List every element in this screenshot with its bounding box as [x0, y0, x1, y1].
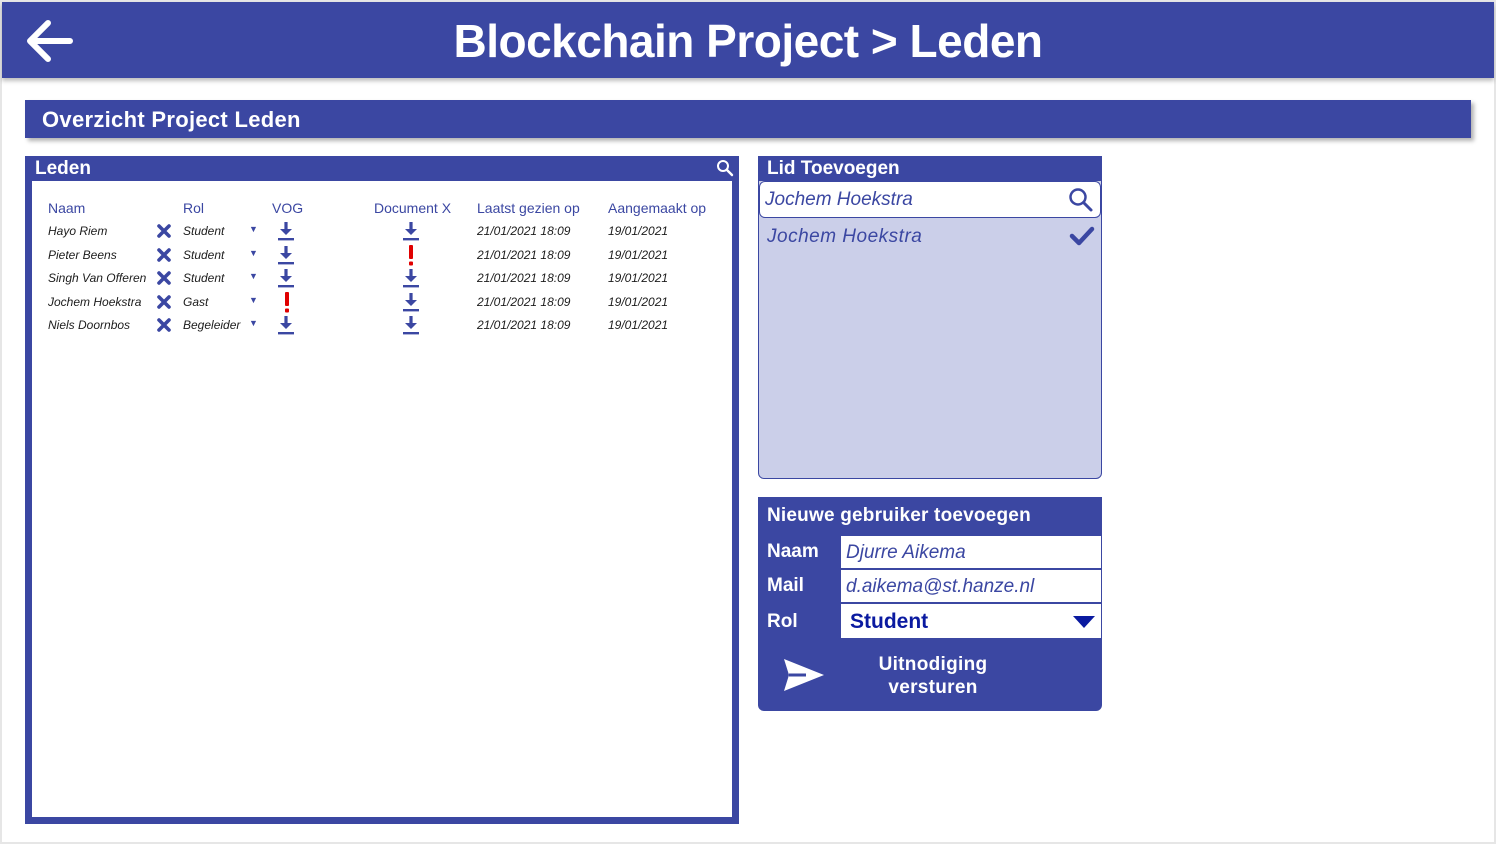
- rol-dropdown-value: Student: [850, 610, 929, 633]
- remove-member-icon[interactable]: [156, 317, 172, 333]
- table-row: Jochem Hoekstra Gast ▼ 21/01/2021 18:09 19/0…: [32, 291, 732, 314]
- role-dropdown-value: Student: [183, 271, 225, 285]
- last-seen: 21/01/2021 18:09: [477, 224, 571, 238]
- mail-field[interactable]: [846, 574, 1096, 599]
- last-seen: 21/01/2021 18:09: [477, 294, 571, 309]
- naam-label: Naam: [767, 541, 819, 562]
- remove-member-icon[interactable]: [156, 223, 172, 239]
- column-header-rol[interactable]: Rol: [183, 200, 204, 216]
- send-invite-button[interactable]: Uitnodiging versturen: [758, 641, 1102, 711]
- naam-field[interactable]: [846, 540, 1096, 565]
- member-search-box: [759, 181, 1101, 218]
- new-user-title: Nieuwe gebruiker toevoegen: [767, 505, 1031, 526]
- role-dropdown[interactable]: Gast ▼: [183, 295, 271, 311]
- role-dropdown[interactable]: Student ▼: [183, 248, 271, 264]
- member-name: Hayo Riem: [48, 224, 108, 238]
- remove-member-icon[interactable]: [156, 247, 172, 263]
- member-name: Niels Doornbos: [48, 318, 131, 332]
- vog-download-icon[interactable]: [277, 245, 295, 265]
- column-header-vog[interactable]: VOG: [272, 200, 303, 216]
- column-header-laatst-gezien[interactable]: Laatst gezien op: [477, 200, 580, 216]
- document-download-icon[interactable]: [402, 268, 420, 288]
- rol-dropdown[interactable]: Student: [840, 603, 1102, 639]
- remove-member-icon[interactable]: [156, 270, 172, 286]
- members-panel: Leden Naam Rol VOG Document X Laatst gez…: [25, 156, 739, 824]
- column-header-aangemaakt[interactable]: Aangemaakt op: [608, 200, 706, 216]
- remove-member-icon[interactable]: [156, 294, 172, 310]
- naam-field-box: [840, 535, 1102, 569]
- member-name: Jochem Hoekstra: [48, 294, 142, 309]
- send-invite-label: Uitnodiging versturen: [878, 654, 988, 698]
- add-member-title: Lid Toevoegen: [767, 158, 900, 179]
- member-search-input[interactable]: [765, 187, 1055, 213]
- created-on: 19/01/2021: [608, 224, 669, 238]
- section-title: Overzicht Project Leden: [42, 107, 301, 132]
- vog-download-icon[interactable]: [277, 315, 295, 335]
- send-icon: [784, 659, 824, 691]
- created-on: 19/01/2021: [608, 318, 669, 332]
- table-row: Pieter Beens Student ▼ 21/01/2021 18:09 19/0…: [32, 244, 732, 267]
- table-row: Hayo Riem Student ▼ 21/01/2021 18:09 19/01/2…: [32, 220, 732, 243]
- chevron-down-icon: [1073, 616, 1095, 628]
- rol-label: Rol: [767, 611, 798, 632]
- search-icon[interactable]: [716, 159, 734, 177]
- column-header-document-x[interactable]: Document X: [374, 200, 451, 216]
- document-download-icon[interactable]: [402, 292, 420, 312]
- warning-icon: [283, 291, 291, 313]
- caret-down-icon: ▼: [249, 294, 258, 305]
- search-icon[interactable]: [1068, 187, 1094, 213]
- created-on: 19/01/2021: [608, 247, 669, 262]
- role-dropdown-value: Student: [183, 247, 225, 262]
- created-on: 19/01/2021: [608, 271, 669, 285]
- member-result-name: Jochem Hoekstra: [767, 226, 923, 247]
- role-dropdown-value: Begeleider: [183, 318, 241, 332]
- role-dropdown-value: Gast: [183, 294, 209, 309]
- mail-field-box: [840, 569, 1102, 603]
- role-dropdown[interactable]: Student ▼: [183, 271, 271, 287]
- checkmark-icon[interactable]: [1069, 225, 1095, 247]
- created-on: 19/01/2021: [608, 294, 669, 309]
- vog-download-icon[interactable]: [277, 268, 295, 288]
- warning-icon: [407, 244, 415, 266]
- caret-down-icon: ▼: [249, 224, 258, 234]
- page-title: Blockchain Project > Leden: [453, 15, 1043, 67]
- new-user-panel: Nieuwe gebruiker toevoegen Naam Mail Rol…: [758, 497, 1102, 711]
- member-name: Pieter Beens: [48, 247, 117, 262]
- document-download-icon[interactable]: [402, 315, 420, 335]
- table-row: Singh Van Offeren Student ▼ 21/01/2021 18:0…: [32, 267, 732, 290]
- member-result-item[interactable]: Jochem Hoekstra: [759, 221, 1101, 255]
- caret-down-icon: ▼: [249, 318, 258, 328]
- role-dropdown[interactable]: Student ▼: [183, 224, 271, 240]
- last-seen: 21/01/2021 18:09: [477, 271, 571, 285]
- role-dropdown-value: Student: [183, 224, 225, 238]
- caret-down-icon: ▼: [249, 271, 258, 281]
- member-name: Singh Van Offeren: [48, 271, 147, 285]
- role-dropdown[interactable]: Begeleider ▼: [183, 318, 271, 334]
- column-header-naam[interactable]: Naam: [48, 200, 85, 216]
- vog-download-icon[interactable]: [277, 221, 295, 241]
- mail-label: Mail: [767, 575, 804, 596]
- members-panel-title: Leden: [35, 158, 91, 179]
- add-member-header: Lid Toevoegen: [758, 156, 1102, 181]
- document-download-icon[interactable]: [402, 221, 420, 241]
- add-member-panel: Lid Toevoegen Jochem Hoekstra: [758, 156, 1102, 479]
- table-row: Niels Doornbos Begeleider ▼ 21/01/2021 18:0…: [32, 314, 732, 337]
- section-header: Overzicht Project Leden: [25, 100, 1471, 138]
- members-panel-header: Leden: [25, 156, 739, 181]
- last-seen: 21/01/2021 18:09: [477, 318, 571, 332]
- caret-down-icon: ▼: [249, 247, 258, 258]
- last-seen: 21/01/2021 18:09: [477, 247, 571, 262]
- header-bar: Blockchain Project > Leden: [2, 2, 1494, 78]
